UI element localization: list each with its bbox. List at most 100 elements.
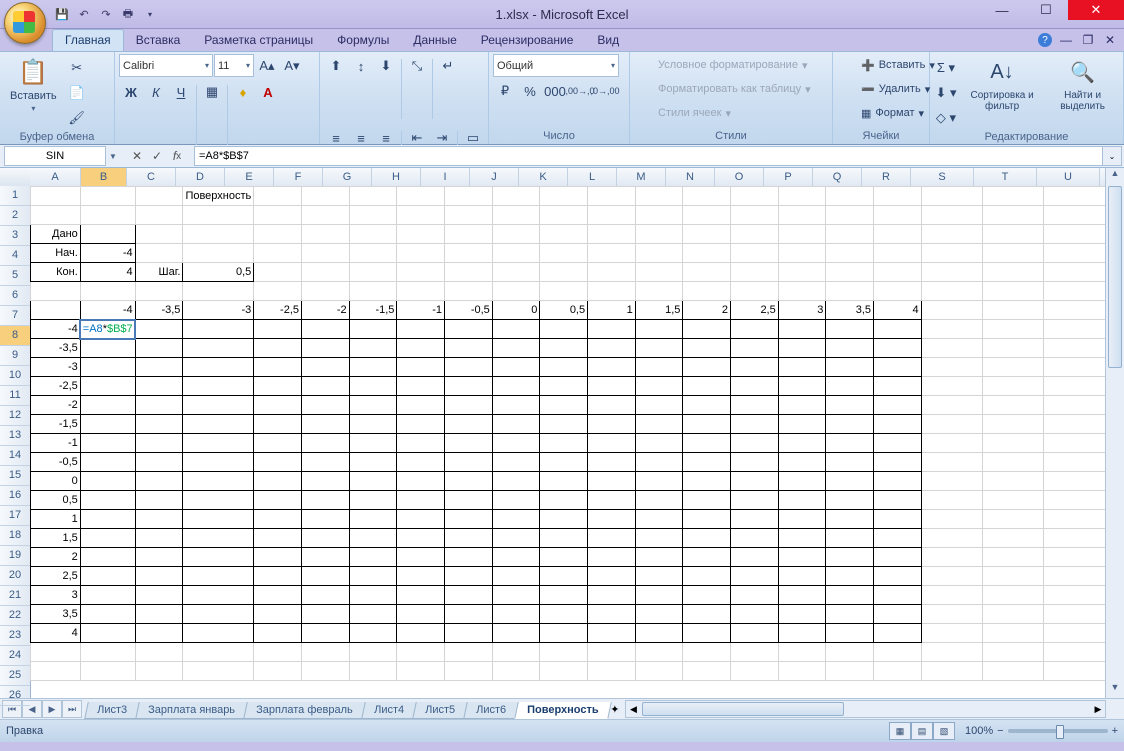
col-header-J[interactable]: J — [470, 168, 519, 186]
scroll-up-icon[interactable]: ▲ — [1106, 168, 1124, 184]
cell-B18[interactable] — [80, 510, 135, 529]
format-cells-button[interactable]: ▦ Формат ▾ — [837, 102, 928, 124]
cell-M12[interactable] — [635, 396, 683, 415]
fill-color-icon[interactable]: ♦ — [231, 80, 255, 104]
cell-F24[interactable] — [302, 624, 350, 643]
cell-O15[interactable] — [731, 453, 779, 472]
cell-S21[interactable] — [921, 567, 982, 586]
comma-icon[interactable]: 000 — [543, 79, 567, 103]
cell-C15[interactable] — [135, 453, 183, 472]
cell-B13[interactable] — [80, 415, 135, 434]
row-header-8[interactable]: 8 — [0, 326, 30, 346]
cell-R3[interactable] — [874, 225, 922, 244]
cell-S26[interactable] — [921, 662, 982, 681]
cell-I23[interactable] — [445, 605, 493, 624]
cell-K10[interactable] — [540, 358, 588, 377]
cell-A22[interactable]: 3 — [31, 586, 81, 605]
cell-A11[interactable]: -2,5 — [31, 377, 81, 396]
cell-F13[interactable] — [302, 415, 350, 434]
cell-D6[interactable] — [183, 282, 254, 301]
cell-J8[interactable] — [492, 320, 540, 339]
cell-T23[interactable] — [983, 605, 1044, 624]
cell-F19[interactable] — [302, 529, 350, 548]
cell-O12[interactable] — [731, 396, 779, 415]
cell-Q20[interactable] — [826, 548, 874, 567]
cell-N20[interactable] — [683, 548, 731, 567]
cell-D9[interactable] — [183, 339, 254, 358]
cell-S15[interactable] — [921, 453, 982, 472]
cell-I9[interactable] — [445, 339, 493, 358]
cell-U16[interactable] — [1044, 472, 1106, 491]
col-header-Q[interactable]: Q — [813, 168, 862, 186]
align-middle-icon[interactable]: ↕ — [349, 54, 373, 78]
cell-O21[interactable] — [731, 567, 779, 586]
cell-F21[interactable] — [302, 567, 350, 586]
cell-U11[interactable] — [1044, 377, 1106, 396]
cell-J3[interactable] — [492, 225, 540, 244]
cell-M21[interactable] — [635, 567, 683, 586]
cell-L24[interactable] — [588, 624, 636, 643]
cell-C12[interactable] — [135, 396, 183, 415]
cell-T24[interactable] — [983, 624, 1044, 643]
cell-J7[interactable]: 0 — [492, 301, 540, 320]
cell-N1[interactable] — [683, 187, 731, 206]
cell-U8[interactable] — [1044, 320, 1106, 339]
cell-D20[interactable] — [183, 548, 254, 567]
cell-H16[interactable] — [397, 472, 445, 491]
font-family-select[interactable]: Calibri — [119, 54, 213, 77]
cell-C2[interactable] — [135, 206, 183, 225]
cell-J1[interactable] — [492, 187, 540, 206]
cell-O9[interactable] — [731, 339, 779, 358]
cell-A2[interactable] — [31, 206, 81, 225]
cell-H11[interactable] — [397, 377, 445, 396]
cell-P14[interactable] — [778, 434, 826, 453]
row-header-2[interactable]: 2 — [0, 206, 30, 226]
cell-A25[interactable] — [31, 643, 81, 662]
cell-K2[interactable] — [540, 206, 588, 225]
cell-B21[interactable] — [80, 567, 135, 586]
cell-K5[interactable] — [540, 263, 588, 282]
decrease-decimal-icon[interactable]: ,0→,00 — [593, 79, 617, 103]
cell-G13[interactable] — [349, 415, 397, 434]
bold-icon[interactable]: Ж — [119, 80, 143, 104]
cell-U17[interactable] — [1044, 491, 1106, 510]
cell-L4[interactable] — [588, 244, 636, 263]
tab-разметка-страницы[interactable]: Разметка страницы — [192, 30, 325, 51]
cell-D25[interactable] — [183, 643, 254, 662]
sheet-tab-зарплата-февраль[interactable]: Зарплата февраль — [243, 702, 365, 719]
cell-U9[interactable] — [1044, 339, 1106, 358]
cell-I18[interactable] — [445, 510, 493, 529]
cell-F5[interactable] — [302, 263, 350, 282]
cell-R17[interactable] — [874, 491, 922, 510]
cell-P2[interactable] — [778, 206, 826, 225]
cell-I22[interactable] — [445, 586, 493, 605]
cell-L19[interactable] — [588, 529, 636, 548]
border-icon[interactable]: ▦ — [200, 80, 224, 104]
cell-F26[interactable] — [302, 662, 350, 681]
cell-S18[interactable] — [921, 510, 982, 529]
cell-D8[interactable] — [183, 320, 254, 339]
cell-D3[interactable] — [183, 225, 254, 244]
cell-Q13[interactable] — [826, 415, 874, 434]
zoom-in-icon[interactable]: + — [1112, 725, 1118, 737]
cell-C14[interactable] — [135, 434, 183, 453]
cell-U15[interactable] — [1044, 453, 1106, 472]
cell-K7[interactable]: 0,5 — [540, 301, 588, 320]
cell-S1[interactable] — [921, 187, 982, 206]
cell-P21[interactable] — [778, 567, 826, 586]
undo-icon[interactable]: ↶ — [74, 4, 94, 24]
cell-Q12[interactable] — [826, 396, 874, 415]
cell-E21[interactable] — [254, 567, 302, 586]
cell-R22[interactable] — [874, 586, 922, 605]
cell-N15[interactable] — [683, 453, 731, 472]
cell-B25[interactable] — [80, 643, 135, 662]
cell-G6[interactable] — [349, 282, 397, 301]
cell-F10[interactable] — [302, 358, 350, 377]
cell-G19[interactable] — [349, 529, 397, 548]
cell-P12[interactable] — [778, 396, 826, 415]
normal-view-icon[interactable]: ▦ — [889, 722, 911, 740]
cell-K18[interactable] — [540, 510, 588, 529]
cell-H12[interactable] — [397, 396, 445, 415]
cell-D5[interactable]: 0,5 — [183, 263, 254, 282]
row-header-18[interactable]: 18 — [0, 526, 30, 546]
